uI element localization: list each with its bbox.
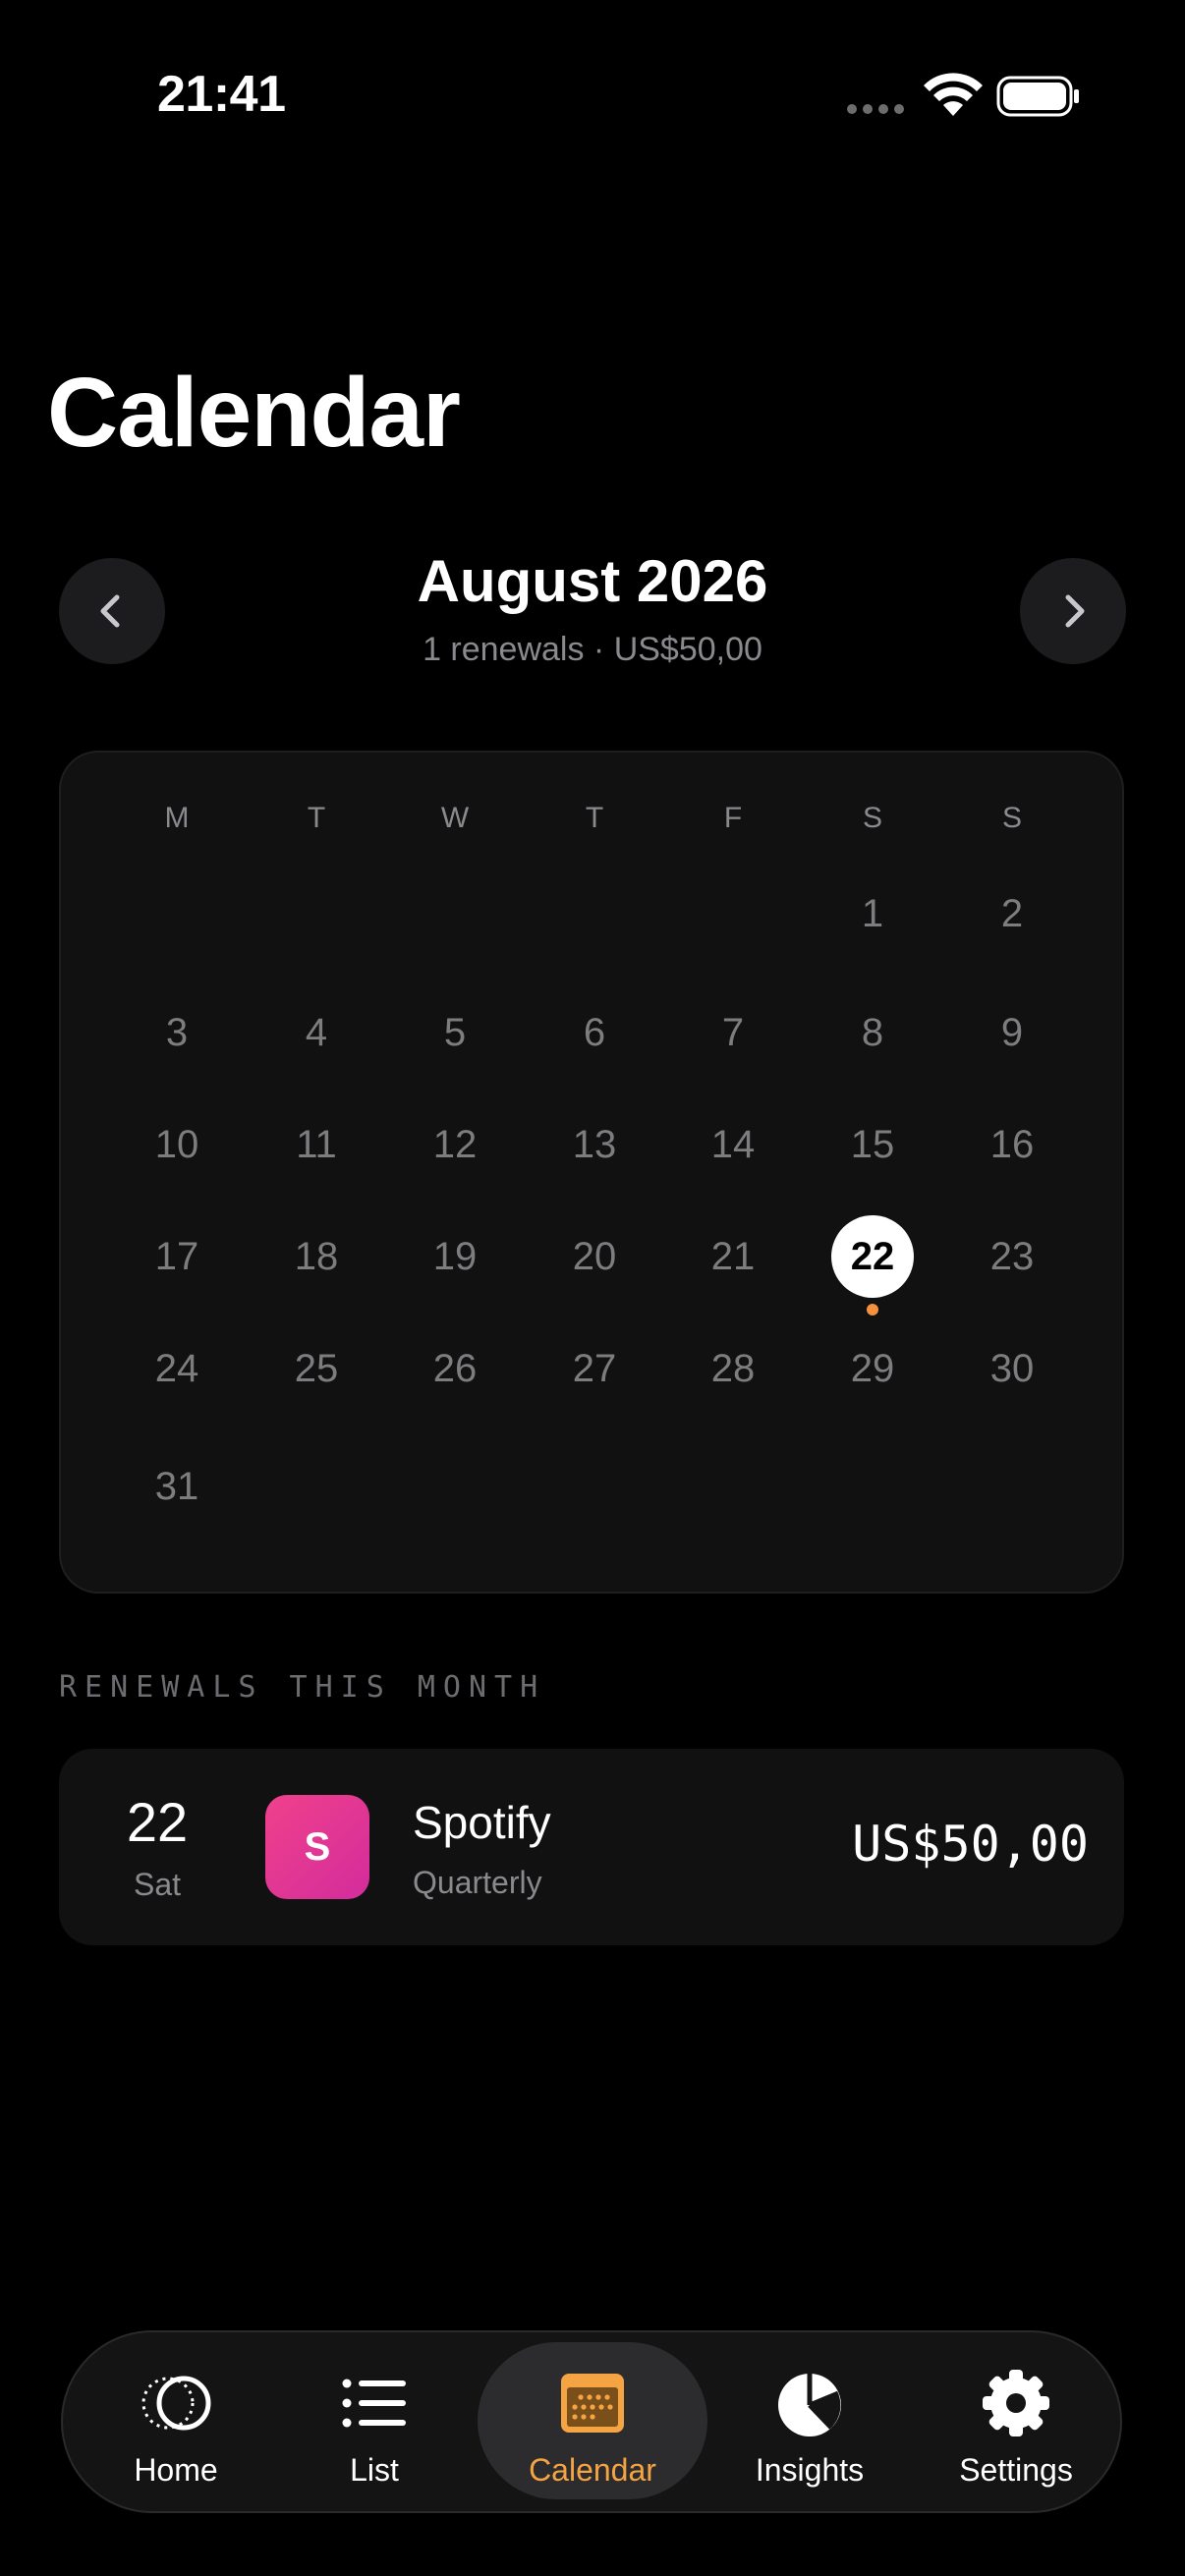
renewal-indicator-dot: [867, 1304, 878, 1316]
calendar-day[interactable]: 11: [272, 1115, 361, 1174]
tab-label: Insights: [755, 2452, 865, 2488]
calendar-day[interactable]: 2: [968, 884, 1056, 943]
calendar-day[interactable]: 4: [272, 1003, 361, 1062]
tab-label: Home: [134, 2452, 218, 2488]
calendar-day[interactable]: 21: [689, 1227, 777, 1286]
app-avatar: S: [265, 1795, 369, 1899]
renewal-amount: US$50,00: [852, 1816, 1089, 1873]
calendar-day[interactable]: 15: [828, 1115, 917, 1174]
page-title: Calendar: [47, 358, 461, 468]
next-month-button[interactable]: [1020, 558, 1126, 664]
calendar-day[interactable]: 6: [550, 1003, 639, 1062]
calendar-day[interactable]: 30: [968, 1339, 1056, 1398]
calendar-day[interactable]: 23: [968, 1227, 1056, 1286]
tab-list[interactable]: List: [281, 2332, 468, 2511]
month-title: August 2026: [417, 548, 768, 614]
weekday-label: F: [723, 802, 743, 834]
calendar-day[interactable]: 17: [133, 1227, 221, 1286]
status-bar: 21:41: [0, 0, 1185, 196]
renewal-weekday: Sat: [133, 1867, 182, 1902]
weekday-label: S: [862, 802, 882, 834]
weekday-label: T: [307, 802, 326, 834]
calendar-day[interactable]: 31: [133, 1457, 221, 1516]
gear-icon: [983, 2370, 1049, 2436]
calendar-day[interactable]: 1: [828, 884, 917, 943]
subscription-name: Spotify: [413, 1797, 551, 1848]
calendar-day[interactable]: 10: [133, 1115, 221, 1174]
battery-icon: [996, 76, 1079, 117]
calendar-day-number: 22: [850, 1235, 895, 1278]
calendar-day[interactable]: 16: [968, 1115, 1056, 1174]
renewal-row[interactable]: 22 Sat S Spotify Quarterly US$50,00: [59, 1749, 1124, 1945]
cellular-signal-icon: [847, 104, 908, 116]
calendar-day[interactable]: 8: [828, 1003, 917, 1062]
calendar-day[interactable]: 18: [272, 1227, 361, 1286]
calendar-day[interactable]: 7: [689, 1003, 777, 1062]
calendar-grid: M T W T F S S 1 2 3 4 5 6 7 8 9 10 11 12 13 14 15 16 17 18 19 20 21…: [59, 751, 1124, 1594]
tab-label: Calendar: [529, 2452, 656, 2488]
weekday-label: T: [585, 802, 604, 834]
calendar-day[interactable]: 27: [550, 1339, 639, 1398]
tab-label: Settings: [959, 2452, 1073, 2488]
calendar-day[interactable]: 19: [411, 1227, 499, 1286]
calendar-day[interactable]: 29: [828, 1339, 917, 1398]
tab-calendar[interactable]: Calendar: [478, 2332, 707, 2511]
tab-home[interactable]: Home: [83, 2332, 269, 2511]
calendar-day[interactable]: 28: [689, 1339, 777, 1398]
month-summary: 1 renewals · US$50,00: [423, 631, 762, 668]
tab-label: List: [350, 2452, 399, 2488]
calendar-day[interactable]: 3: [133, 1003, 221, 1062]
billing-cycle: Quarterly: [413, 1865, 542, 1900]
calendar-day[interactable]: 24: [133, 1339, 221, 1398]
calendar-day[interactable]: 14: [689, 1115, 777, 1174]
weekday-label: W: [440, 802, 470, 834]
calendar-day[interactable]: 13: [550, 1115, 639, 1174]
home-circles-icon: [141, 2376, 211, 2431]
calendar-day[interactable]: 9: [968, 1003, 1056, 1062]
weekday-label: S: [1001, 802, 1022, 834]
list-icon: [342, 2379, 406, 2428]
renewal-day: 22: [126, 1791, 189, 1853]
tab-bar: Home List Calendar Insights Settings: [61, 2330, 1122, 2513]
tab-settings[interactable]: Settings: [918, 2332, 1114, 2511]
section-header: RENEWALS THIS MONTH: [59, 1670, 546, 1705]
calendar-icon: [561, 2374, 624, 2433]
calendar-day[interactable]: 20: [550, 1227, 639, 1286]
tab-insights[interactable]: Insights: [711, 2332, 908, 2511]
pie-chart-icon: [778, 2374, 841, 2436]
calendar-day[interactable]: 25: [272, 1339, 361, 1398]
weekday-label: M: [164, 802, 190, 834]
calendar-day[interactable]: 12: [411, 1115, 499, 1174]
status-time: 21:41: [157, 66, 286, 123]
calendar-day[interactable]: 26: [411, 1339, 499, 1398]
chevron-right-icon: [1065, 594, 1085, 628]
calendar-day-selected[interactable]: 22: [831, 1215, 914, 1298]
wifi-icon: [924, 73, 983, 116]
calendar-day[interactable]: 5: [411, 1003, 499, 1062]
